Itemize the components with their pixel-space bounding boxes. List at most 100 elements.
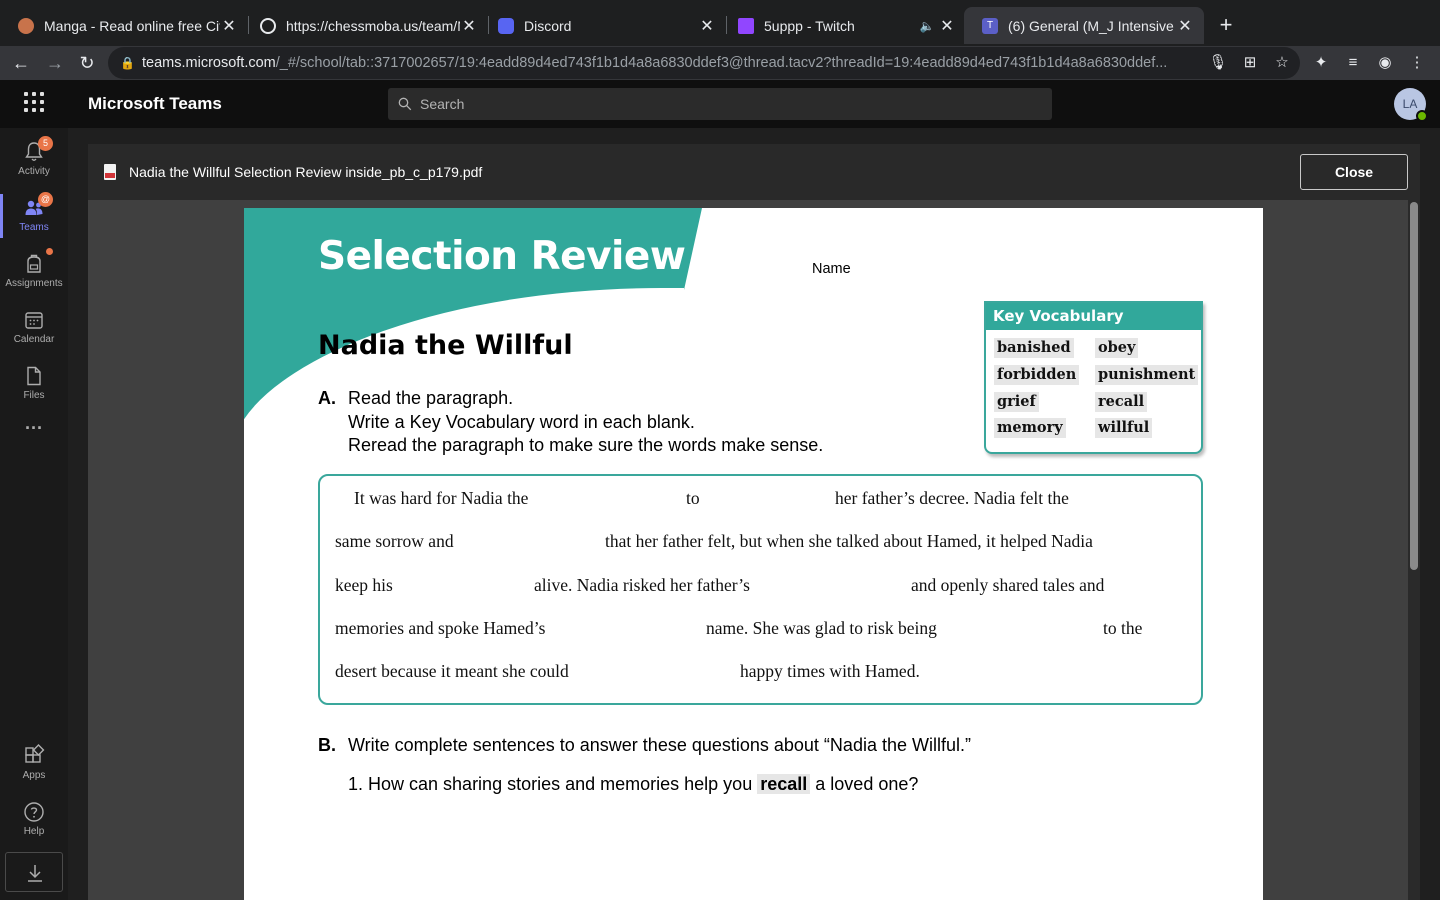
calendar-icon [25, 312, 43, 329]
star-icon[interactable]: ☆ [1272, 53, 1292, 73]
backpack-icon [27, 254, 41, 273]
pdf-viewer[interactable]: Selection Review Name Nadia the Willful … [88, 200, 1420, 900]
browser-tab-teams[interactable]: T (6) General (M_J Intensive Rea ✕ [964, 7, 1204, 44]
story-title: Nadia the Willful [318, 330, 573, 361]
section-b-letter: B. [318, 735, 336, 755]
tab-title: Discord [524, 17, 572, 34]
paragraph-segment: name. She was glad to risk being [706, 618, 937, 638]
close-icon[interactable]: ✕ [698, 16, 716, 36]
install-app-icon[interactable]: ⊞ [1240, 53, 1260, 73]
speaker-muted-icon[interactable]: 🔈 [916, 19, 938, 33]
rail-item-calendar[interactable]: Calendar [0, 300, 68, 356]
extensions-icon[interactable]: ✦ [1310, 52, 1332, 74]
paragraph-segment: happy times with Hamed. [740, 661, 920, 681]
teams-icon: T [982, 17, 998, 34]
discord-icon [498, 17, 514, 34]
paragraph-segment: same sorrow and [335, 531, 454, 551]
pdf-file-icon [104, 164, 116, 180]
section-b-instruction: Write complete sentences to answer these… [348, 735, 971, 755]
file-icon [27, 366, 41, 386]
file-viewer-header: Nadia the Willful Selection Review insid… [88, 144, 1420, 200]
lock-icon: 🔒 [120, 56, 135, 70]
paragraph-segment: memories and spoke Hamed’s [335, 618, 546, 638]
globe-icon [260, 17, 276, 34]
rail-label: Apps [22, 770, 46, 781]
vocab-word: memory [994, 418, 1066, 438]
tab-title: 5uppp - Twitch [764, 17, 855, 34]
more-apps-icon[interactable]: ··· [0, 418, 68, 454]
scrollbar-thumb[interactable] [1410, 202, 1418, 570]
mention-badge: @ [38, 192, 53, 207]
question-1-text: 1. How can sharing stories and memories … [348, 774, 753, 794]
manga-favicon-icon [18, 17, 34, 34]
tab-title: Manga - Read online free Citru [44, 17, 220, 34]
back-arrow-icon[interactable]: ← [8, 50, 34, 76]
paragraph-box: It was hard for Nadia the to her father’… [318, 474, 1203, 705]
rail-item-activity[interactable]: 5 Activity [0, 132, 68, 188]
pdf-page: Selection Review Name Nadia the Willful … [244, 208, 1263, 900]
url-path: /_#/school/tab::3717002657/19:4eadd89d4e… [275, 55, 1168, 71]
search-icon [398, 97, 412, 111]
vocab-word: forbidden [994, 365, 1080, 385]
search-input[interactable]: Search [388, 88, 1052, 120]
forward-arrow-icon[interactable]: → [42, 50, 68, 76]
name-label: Name [812, 261, 851, 277]
paragraph-segment: alive. Nadia risked her father’s [534, 575, 750, 595]
app-rail: 5 Activity @ Teams Assignments Calendar [0, 128, 68, 900]
key-vocabulary-heading: Key Vocabulary [986, 303, 1201, 330]
paragraph-segment: that her father felt, but when she talke… [605, 531, 1093, 551]
rail-item-help[interactable]: Help [0, 792, 68, 848]
close-icon[interactable]: ✕ [460, 16, 478, 36]
media-control-icon[interactable]: ≡ [1342, 52, 1364, 74]
browser-tab-discord[interactable]: Discord ✕ [480, 7, 726, 44]
browser-tabstrip: Manga - Read online free Citru ✕ https:/… [0, 0, 1440, 46]
vocab-word: obey [1095, 338, 1139, 358]
download-icon [28, 865, 42, 882]
url-text[interactable]: teams.microsoft.com/_#/school/tab::37170… [142, 55, 1194, 71]
vocab-word: willful [1095, 418, 1153, 438]
vocab-word: recall [1095, 392, 1148, 412]
browser-tab-twitch[interactable]: 5uppp - Twitch 🔈 ✕ [720, 7, 966, 44]
close-icon[interactable]: ✕ [1176, 16, 1194, 36]
presence-available-icon [1416, 110, 1428, 122]
download-button[interactable] [5, 852, 63, 892]
worksheet-header-title: Selection Review [318, 234, 686, 279]
app-launcher-icon[interactable] [24, 92, 44, 112]
kebab-menu-icon[interactable]: ⋮ [1406, 52, 1428, 74]
reload-icon[interactable]: ↻ [74, 50, 100, 76]
microphone-icon[interactable]: 🎙 [1208, 53, 1228, 73]
scrollbar[interactable] [1408, 200, 1420, 900]
address-bar[interactable]: 🔒 teams.microsoft.com/_#/school/tab::371… [108, 47, 1300, 79]
tab-title: (6) General (M_J Intensive Rea [1008, 17, 1176, 34]
tab-title: https://chessmoba.us/team/M [286, 17, 460, 34]
rail-item-apps[interactable]: Apps [0, 736, 68, 792]
paragraph-segment: desert because it meant she could [335, 661, 569, 681]
rail-item-assignments[interactable]: Assignments [0, 244, 68, 300]
profile-avatar-icon[interactable]: ◉ [1374, 52, 1396, 74]
help-icon [24, 802, 44, 822]
browser-tab-chessmoba[interactable]: https://chessmoba.us/team/M ✕ [242, 7, 488, 44]
avatar[interactable]: LA [1394, 88, 1428, 122]
close-button[interactable]: Close [1300, 154, 1408, 190]
question-1-vocab-word: recall [757, 774, 811, 794]
section-a-letter: A. [318, 388, 336, 408]
vocab-word: grief [994, 392, 1039, 412]
browser-tab-manga[interactable]: Manga - Read online free Citru ✕ [0, 7, 248, 44]
rail-label: Activity [18, 166, 50, 177]
browser-toolbar: ← → ↻ 🔒 teams.microsoft.com/_#/school/ta… [0, 46, 1440, 80]
close-icon[interactable]: ✕ [220, 16, 238, 36]
app-name: Microsoft Teams [88, 94, 222, 113]
instruction-line: Reread the paragraph to make sure the wo… [348, 435, 824, 455]
close-icon[interactable]: ✕ [938, 16, 956, 36]
url-host: teams.microsoft.com [142, 55, 276, 71]
paragraph-segment: to [686, 488, 700, 508]
instruction-line: Write a Key Vocabulary word in each blan… [348, 412, 695, 432]
avatar-initials: LA [1402, 97, 1418, 111]
twitch-icon [738, 17, 754, 34]
rail-label: Help [23, 826, 45, 837]
rail-label: Calendar [13, 334, 55, 345]
teams-header: Microsoft Teams Search LA [0, 80, 1440, 128]
rail-item-files[interactable]: Files [0, 356, 68, 412]
new-tab-button[interactable]: + [1214, 12, 1238, 38]
rail-item-teams[interactable]: @ Teams [0, 188, 68, 244]
